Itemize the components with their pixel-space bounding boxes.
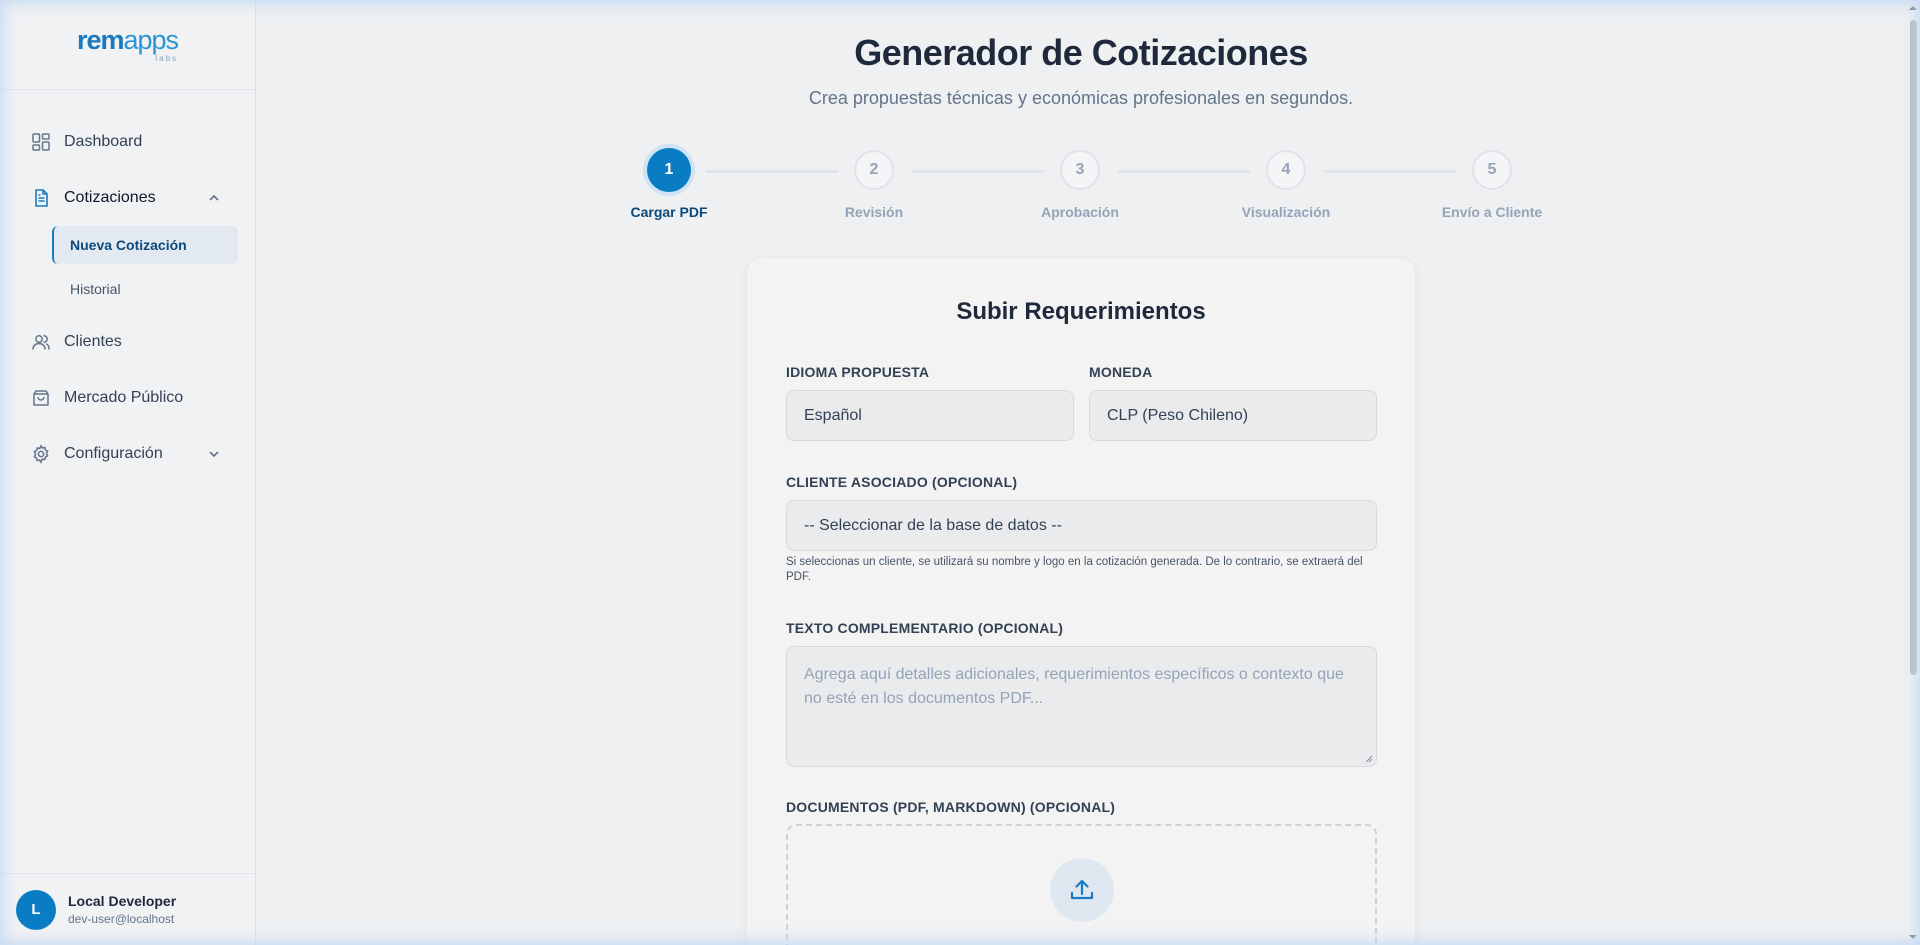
client-value: -- Seleccionar de la base de datos --	[804, 516, 1062, 534]
step-label: Aprobación	[1041, 204, 1119, 220]
sidebar-item-label: Clientes	[64, 333, 122, 350]
scroll-down-arrow-icon[interactable]	[1908, 932, 1918, 942]
step-number: 2	[854, 150, 894, 190]
documents-label: DOCUMENTOS (PDF, MARKDOWN) (OPCIONAL)	[786, 799, 1116, 815]
sidebar-item-label: Cotizaciones	[64, 189, 156, 206]
sidebar-item-mercado-publico[interactable]: Mercado Público	[0, 370, 255, 426]
language-label: IDIOMA PROPUESTA	[786, 364, 930, 380]
step-cargar-pdf[interactable]: 1 Cargar PDF	[614, 148, 724, 220]
upload-requirements-card: Subir Requerimientos IDIOMA PROPUESTA Es…	[746, 257, 1416, 945]
language-value: Español	[804, 406, 862, 424]
upload-icon	[1070, 879, 1093, 900]
cotizaciones-submenu: Nueva Cotización Historial	[0, 226, 255, 308]
progress-stepper: 1 Cargar PDF 2 Revisión 3 Aprobación 4 V…	[256, 148, 1906, 230]
step-number: 1	[647, 148, 691, 192]
sidebar-nav: Dashboard Cotizaciones Nueva Cotización …	[0, 90, 255, 482]
extra-text-textarea[interactable]: Agrega aquí detalles adicionales, requer…	[786, 646, 1377, 767]
sidebar-item-label: Configuración	[64, 445, 163, 462]
sidebar-subitem-nueva-cotizacion[interactable]: Nueva Cotización	[52, 226, 238, 264]
gear-icon	[31, 444, 51, 464]
step-label: Visualización	[1241, 204, 1331, 220]
sidebar-item-dashboard[interactable]: Dashboard	[0, 114, 255, 170]
extra-text-label: TEXTO COMPLEMENTARIO (OPCIONAL)	[786, 620, 1064, 636]
upload-button[interactable]	[1049, 858, 1114, 922]
currency-label: MONEDA	[1089, 364, 1153, 380]
currency-select[interactable]: CLP (Peso Chileno)	[1089, 390, 1377, 441]
logo-light-text: apps	[123, 25, 179, 55]
client-select[interactable]: -- Seleccionar de la base de datos --	[786, 500, 1377, 551]
logo-bold-text: rem	[76, 25, 125, 55]
document-icon	[31, 188, 51, 208]
user-email: dev-user@localhost	[68, 912, 175, 926]
user-info: Local Developer dev-user@localhost	[68, 893, 176, 926]
user-name: Local Developer	[68, 893, 177, 909]
logo-sub-text: labs	[155, 54, 179, 63]
step-label: Revisión	[844, 204, 904, 220]
card-title: Subir Requerimientos	[956, 298, 1206, 325]
main-content: Generador de Cotizaciones Crea propuesta…	[256, 0, 1906, 945]
users-icon	[31, 332, 51, 352]
sidebar-item-configuracion[interactable]: Configuración	[0, 426, 255, 482]
step-revision[interactable]: 2 Revisión	[819, 150, 929, 220]
shopping-bag-icon	[31, 388, 51, 408]
step-number: 3	[1060, 150, 1100, 190]
sidebar: remapps labs Dashboard Cotizaciones Nuev…	[0, 0, 256, 945]
step-aprobacion[interactable]: 3 Aprobación	[1025, 150, 1135, 220]
extra-text-placeholder: Agrega aquí detalles adicionales, requer…	[804, 666, 1344, 707]
scroll-up-arrow-icon[interactable]	[1908, 3, 1918, 13]
page-scrollbar[interactable]	[1906, 0, 1920, 945]
chevron-down-icon[interactable]	[207, 447, 221, 461]
currency-value: CLP (Peso Chileno)	[1107, 406, 1249, 424]
chevron-up-icon[interactable]	[207, 191, 221, 205]
sidebar-item-label: Mercado Público	[64, 389, 184, 406]
step-number: 4	[1266, 150, 1306, 190]
brand-logo[interactable]: remapps labs	[76, 25, 179, 63]
dashboard-grid-icon	[31, 132, 51, 152]
resize-handle-icon[interactable]	[1365, 755, 1373, 763]
scrollbar-thumb[interactable]	[1910, 20, 1917, 675]
page-subtitle: Crea propuestas técnicas y económicas pr…	[808, 88, 1354, 108]
step-number: 5	[1472, 150, 1512, 190]
language-select[interactable]: Español	[786, 390, 1074, 441]
user-profile[interactable]: L Local Developer dev-user@localhost	[0, 873, 256, 945]
page-title: Generador de Cotizaciones	[854, 32, 1308, 73]
client-helper-text: Si seleccionas un cliente, se utilizará …	[786, 556, 1363, 583]
logo-area: remapps labs	[0, 0, 255, 90]
sidebar-item-cotizaciones[interactable]: Cotizaciones	[0, 170, 255, 226]
client-label: CLIENTE ASOCIADO (OPCIONAL)	[786, 474, 1018, 490]
sidebar-subitem-historial[interactable]: Historial	[52, 270, 238, 308]
step-envio-cliente[interactable]: 5 Envío a Cliente	[1437, 150, 1547, 220]
document-dropzone[interactable]	[786, 824, 1377, 945]
sidebar-item-clientes[interactable]: Clientes	[0, 314, 255, 370]
sidebar-item-label: Dashboard	[64, 133, 143, 150]
avatar: L	[16, 889, 56, 930]
step-label: Cargar PDF	[630, 204, 708, 220]
step-visualizacion[interactable]: 4 Visualización	[1231, 150, 1341, 220]
step-label: Envío a Cliente	[1441, 204, 1543, 220]
